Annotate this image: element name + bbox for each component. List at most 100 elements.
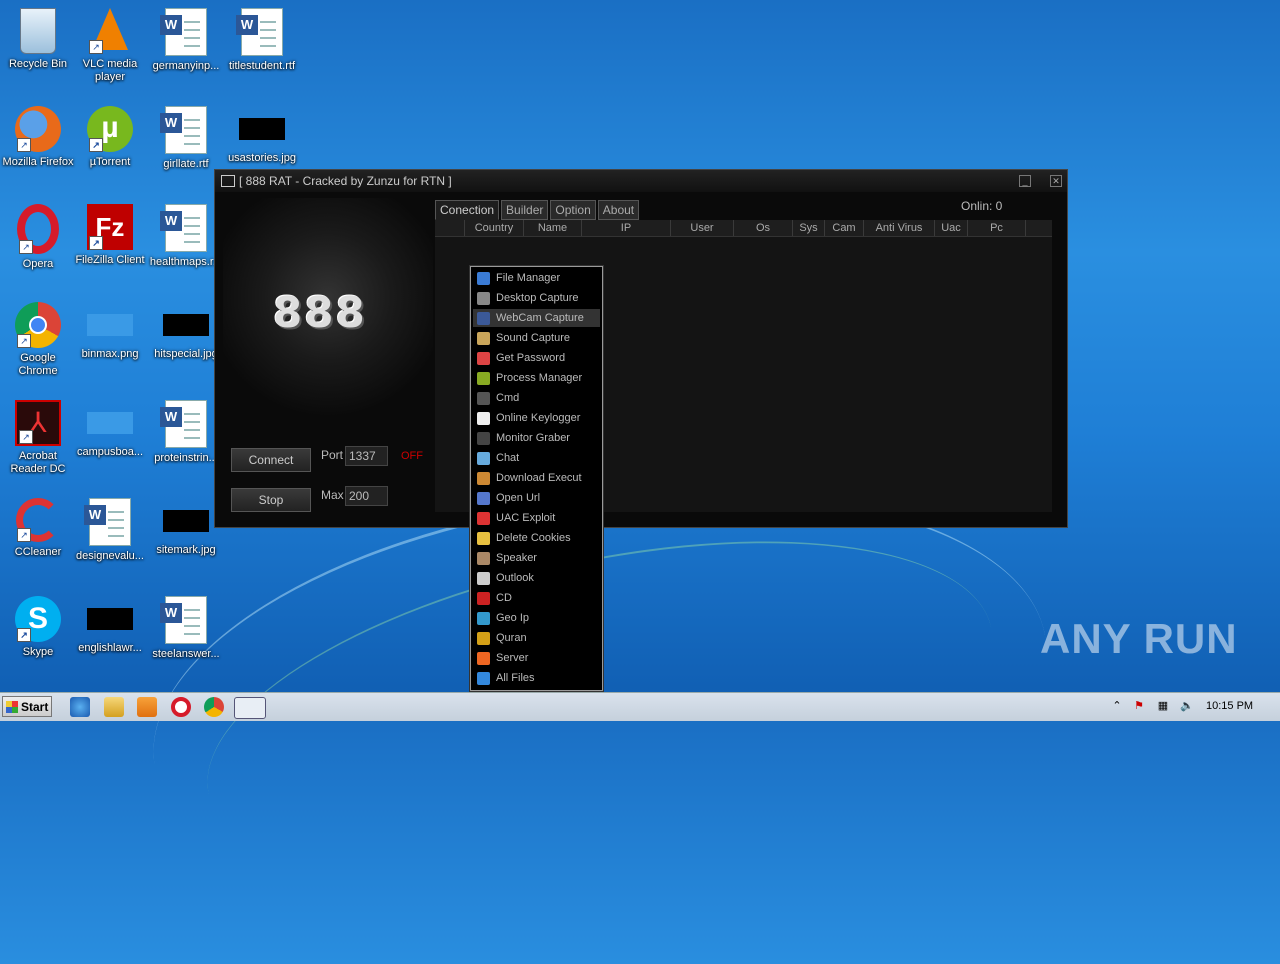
- desktop-icon-steelanswer[interactable]: W steelanswer...: [148, 596, 224, 661]
- close-button[interactable]: ✕: [1050, 175, 1062, 187]
- port-field[interactable]: 1337: [345, 446, 388, 466]
- opera-taskbar-icon[interactable]: [171, 697, 191, 717]
- menu-item-server[interactable]: Server: [473, 649, 600, 667]
- menu-item-process-manager[interactable]: Process Manager: [473, 369, 600, 387]
- desktop-icon-label: girllate.rtf: [163, 158, 209, 170]
- tab-conection[interactable]: Conection: [435, 200, 500, 220]
- menu-item-outlook[interactable]: Outlook: [473, 569, 600, 587]
- column-header[interactable]: [435, 220, 465, 236]
- desktop-icon-sitemark[interactable]: sitemark.jpg: [148, 498, 224, 557]
- folder-icon: [477, 532, 490, 545]
- network-icon[interactable]: ▦: [1156, 699, 1170, 713]
- tab-builder[interactable]: Builder: [501, 200, 549, 220]
- desktop-icon-label: campusboa...: [76, 446, 144, 458]
- minimize-button[interactable]: _: [1019, 175, 1031, 187]
- menu-item-label: Delete Cookies: [496, 532, 571, 544]
- menu-item-cmd[interactable]: Cmd: [473, 389, 600, 407]
- column-header[interactable]: Anti Virus: [864, 220, 935, 236]
- tab-option[interactable]: Option: [550, 200, 596, 220]
- column-header[interactable]: Os: [734, 220, 793, 236]
- desktop-icon-ccleaner[interactable]: ↗ CCleaner: [0, 498, 76, 559]
- tab-about[interactable]: About: [597, 200, 640, 220]
- chrome-taskbar-icon[interactable]: [204, 697, 224, 717]
- volume-icon[interactable]: 🔈: [1180, 699, 1194, 713]
- explorer-folder-icon[interactable]: [104, 697, 124, 717]
- rat-window-taskbar-button[interactable]: [234, 697, 266, 719]
- menu-item-quran[interactable]: Quran: [473, 629, 600, 647]
- app-window-icon: [221, 175, 235, 187]
- menu-item-geo-ip[interactable]: Geo Ip: [473, 609, 600, 627]
- menu-item-delete-cookies[interactable]: Delete Cookies: [473, 529, 600, 547]
- menu-item-desktop-capture[interactable]: Desktop Capture: [473, 289, 600, 307]
- menu-item-file-manager[interactable]: File Manager: [473, 269, 600, 287]
- desktop-icon-englishlawr[interactable]: englishlawr...: [72, 596, 148, 655]
- menu-item-sound-capture[interactable]: Sound Capture: [473, 329, 600, 347]
- process-icon: [477, 372, 490, 385]
- start-button[interactable]: Start: [2, 696, 52, 717]
- desktop-icon-designevalu[interactable]: W designevalu...: [72, 498, 148, 563]
- online-count: Onlin: 0: [961, 199, 1003, 213]
- desktop-icon-label: FileZilla Client: [75, 254, 145, 266]
- column-header[interactable]: User: [671, 220, 734, 236]
- menu-item-online-keylogger[interactable]: Online Keylogger: [473, 409, 600, 427]
- word-document-icon: W: [160, 106, 207, 154]
- desktop-icon-label: designevalu...: [76, 550, 144, 562]
- ie-icon[interactable]: [70, 697, 90, 717]
- column-header[interactable]: Name: [524, 220, 582, 236]
- menu-item-label: Get Password: [496, 352, 566, 364]
- desktop-icon-skype[interactable]: S ↗ Skype: [0, 596, 76, 659]
- column-header[interactable]: IP: [582, 220, 671, 236]
- desktop-icon-usastories[interactable]: usastories.jpg: [224, 106, 300, 165]
- menu-item-label: Process Manager: [496, 372, 583, 384]
- desktop-icon-girllate[interactable]: W girllate.rtf: [148, 106, 224, 171]
- desktop-icon-acrobat[interactable]: ⅄ ↗ Acrobat Reader DC: [0, 400, 76, 476]
- action-center-flag-icon[interactable]: ⚑: [1132, 699, 1146, 713]
- clock[interactable]: 10:15 PM: [1206, 700, 1253, 712]
- menu-item-download-execut[interactable]: Download Execut: [473, 469, 600, 487]
- menu-item-speaker[interactable]: Speaker: [473, 549, 600, 567]
- image-file-icon: [239, 118, 285, 140]
- desktop-icon-filezilla[interactable]: Fz ↗ FileZilla Client: [72, 204, 148, 267]
- desktop-icon-healthmaps[interactable]: W healthmaps.r...: [148, 204, 224, 269]
- column-header[interactable]: Country: [465, 220, 524, 236]
- rat-window: [ 888 RAT - Cracked by Zunzu for RTN ] _…: [214, 169, 1068, 528]
- menu-item-get-password[interactable]: Get Password: [473, 349, 600, 367]
- menu-item-cd[interactable]: CD: [473, 589, 600, 607]
- column-header[interactable]: Uac: [935, 220, 968, 236]
- desktop-icon-vlc[interactable]: ↗ VLC media player: [72, 8, 148, 84]
- desktop-icon-recycle-bin[interactable]: Recycle Bin: [0, 8, 76, 71]
- desktop-icon-label: Skype: [22, 646, 54, 658]
- connect-button[interactable]: Connect: [231, 448, 311, 472]
- desktop-icon-hitspecial[interactable]: hitspecial.jpg: [148, 302, 224, 361]
- menu-item-open-url[interactable]: Open Url: [473, 489, 600, 507]
- menu-item-label: All Files: [496, 672, 535, 684]
- window-titlebar[interactable]: [ 888 RAT - Cracked by Zunzu for RTN ] _…: [215, 170, 1067, 192]
- app-logo: 888: [273, 288, 367, 337]
- desktop-icon-firefox[interactable]: ↗ Mozilla Firefox: [0, 106, 76, 169]
- desktop-icon-utorrent[interactable]: µ ↗ µTorrent: [72, 106, 148, 169]
- menu-item-all-files[interactable]: All Files: [473, 669, 600, 687]
- tray-expand-icon[interactable]: ⌃: [1110, 699, 1124, 713]
- menu-item-webcam-capture[interactable]: WebCam Capture: [473, 309, 600, 327]
- menu-item-monitor-graber[interactable]: Monitor Graber: [473, 429, 600, 447]
- max-label: Max: [321, 488, 344, 502]
- desktop-icon-binmax[interactable]: binmax.png: [72, 302, 148, 361]
- desktop-icon-proteinstrin[interactable]: W proteinstrin...: [148, 400, 224, 465]
- column-header[interactable]: Sys: [793, 220, 825, 236]
- desktop-icon-opera[interactable]: ↗ Opera: [0, 204, 76, 271]
- menu-item-label: Monitor Graber: [496, 432, 570, 444]
- desktop-icon-titlestudent[interactable]: W titlestudent.rtf: [224, 8, 300, 73]
- desktop-icon-chrome[interactable]: ↗ Google Chrome: [0, 302, 76, 378]
- stop-button[interactable]: Stop: [231, 488, 311, 512]
- column-header[interactable]: Pc: [968, 220, 1026, 236]
- desktop-icon-label: englishlawr...: [78, 642, 142, 654]
- desktop-icon-germanyinp[interactable]: W germanyinp...: [148, 8, 224, 73]
- menu-item-chat[interactable]: Chat: [473, 449, 600, 467]
- desktop-icon-campusboa[interactable]: campusboa...: [72, 400, 148, 459]
- media-player-icon[interactable]: [137, 697, 157, 717]
- column-header[interactable]: Cam: [825, 220, 864, 236]
- keylogger-icon: [477, 412, 490, 425]
- menu-item-uac-exploit[interactable]: UAC Exploit: [473, 509, 600, 527]
- max-field[interactable]: 200: [345, 486, 388, 506]
- acrobat-icon: ⅄ ↗: [15, 400, 61, 446]
